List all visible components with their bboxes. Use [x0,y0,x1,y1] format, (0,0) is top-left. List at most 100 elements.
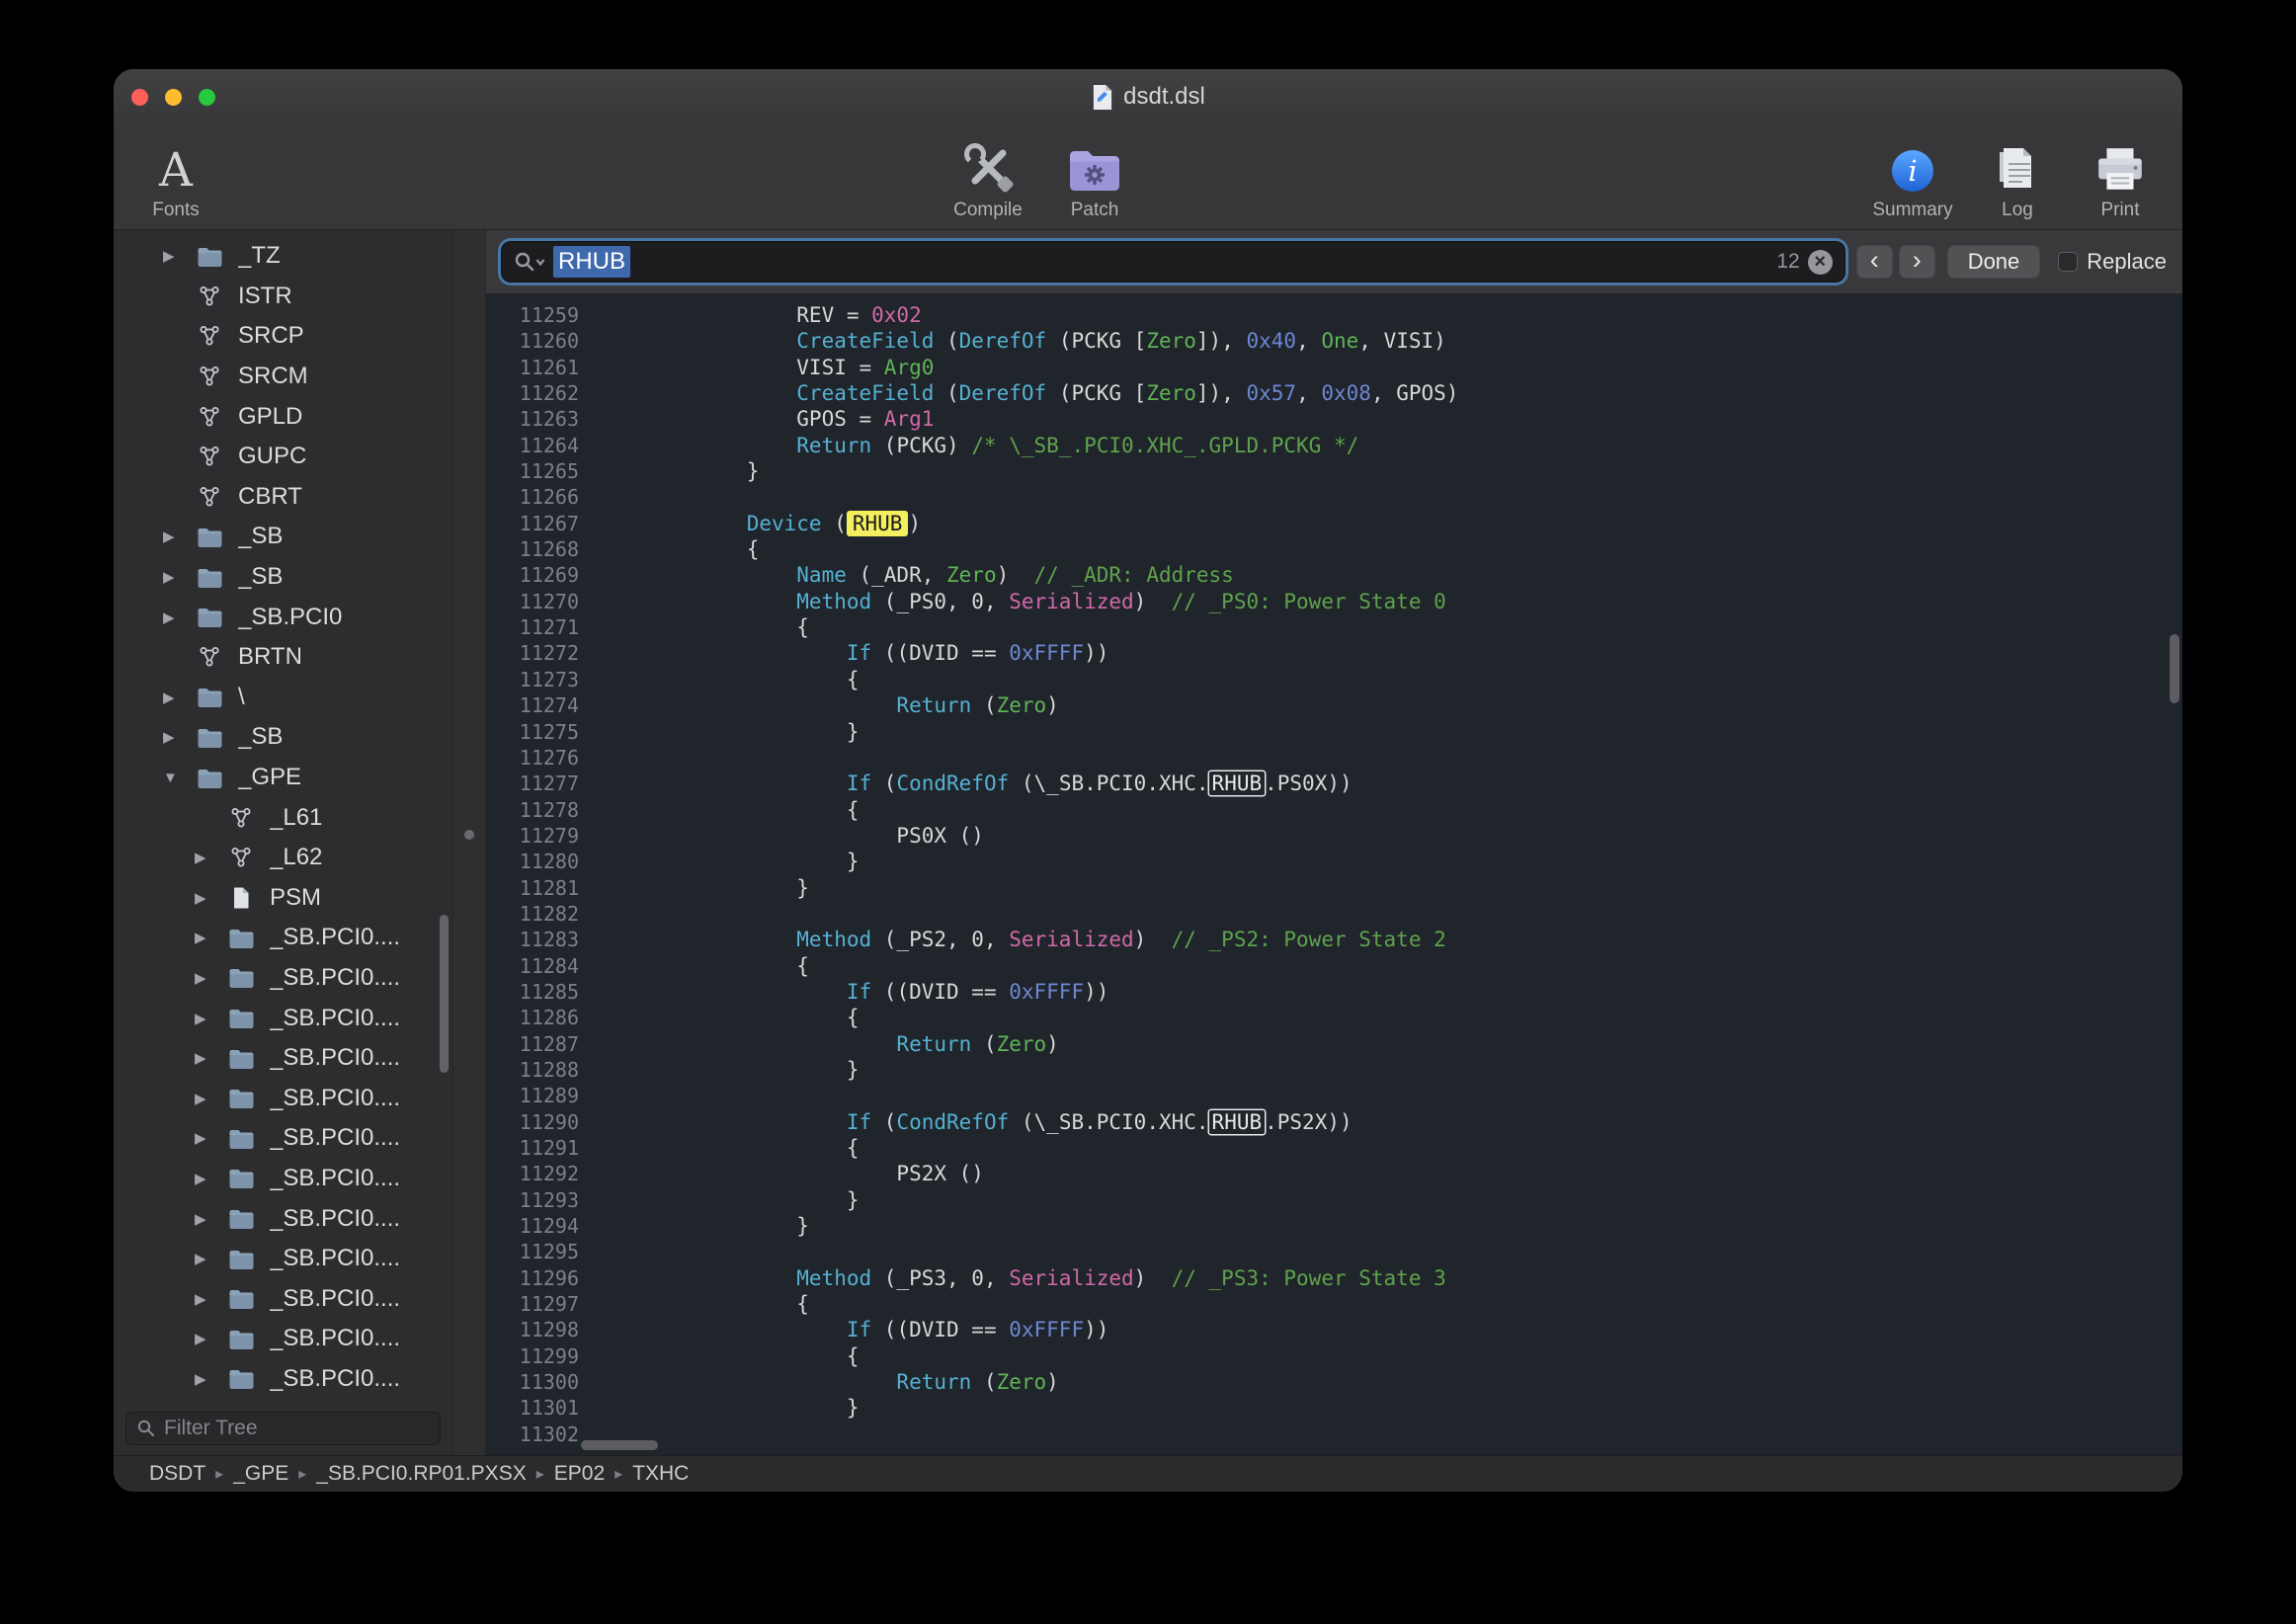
next-match-button[interactable]: › [1899,245,1935,279]
disclosure-collapsed-icon[interactable]: ▶ [191,969,224,987]
sidebar-item-tz[interactable]: ▶_TZ [114,236,452,277]
code-token: One [1321,329,1358,353]
code-token: , [1296,381,1321,405]
patch-button[interactable]: Patch [1040,132,1149,221]
code-token: 0x57 [1246,381,1296,405]
sidebar-item-srcp[interactable]: SRCP [114,316,452,357]
disclosure-collapsed-icon[interactable]: ▶ [191,849,224,866]
disclosure-collapsed-icon[interactable]: ▶ [191,1049,224,1067]
code-token: CreateField [796,381,946,405]
info-circle-icon: i [1890,132,1935,200]
fonts-label: Fonts [152,200,200,221]
breadcrumb-item[interactable]: EP02 [554,1462,605,1486]
fonts-button[interactable]: A Fonts [122,132,230,221]
sidebar-item-sb[interactable]: ▶_SB [114,517,452,557]
disclosure-collapsed-icon[interactable]: ▶ [159,247,193,265]
print-button[interactable]: Print [2066,132,2174,221]
code-token: )) [1084,980,1108,1004]
sidebar-item-sb-pci0[interactable]: ▶_SB.PCI0.... [114,1198,452,1239]
sidebar-item-sb-pci0[interactable]: ▶_SB.PCI0.... [114,1078,452,1118]
compile-button[interactable]: Compile [934,132,1042,221]
line-number: 11294 [486,1213,597,1239]
disclosure-collapsed-icon[interactable]: ▶ [191,1170,224,1187]
sidebar-item-sb-pci0[interactable]: ▶_SB.PCI0.... [114,1159,452,1199]
disclosure-collapsed-icon[interactable]: ▶ [191,929,224,946]
log-button[interactable]: Log [1963,132,2072,221]
disclosure-collapsed-icon[interactable]: ▶ [159,728,193,746]
code-line: 11294} [486,1213,2182,1239]
disclosure-expanded-icon[interactable]: ▼ [159,770,193,786]
disclosure-collapsed-icon[interactable]: ▶ [191,1090,224,1107]
summary-button[interactable]: i Summary [1858,132,1967,221]
sidebar-item-sb-pci0[interactable]: ▶_SB.PCI0.... [114,998,452,1038]
disclosure-collapsed-icon[interactable]: ▶ [191,889,224,907]
search-input[interactable]: RHUB 12 × [502,242,1845,282]
zoom-button[interactable] [199,89,215,106]
breadcrumb-item[interactable]: _GPE [233,1462,288,1486]
sidebar-item-gupc[interactable]: GUPC [114,437,452,477]
disclosure-collapsed-icon[interactable]: ▶ [159,568,193,586]
sidebar-item-sb-pci0[interactable]: ▶_SB.PCI0 [114,597,452,637]
disclosure-collapsed-icon[interactable]: ▶ [191,1210,224,1228]
filter-tree-input[interactable]: Filter Tree [125,1412,441,1445]
document-proxy-icon[interactable] [1091,84,1113,111]
titlebar[interactable]: dsdt.dsl [114,69,2182,124]
sidebar-item-sb-pci0[interactable]: ▶_SB.PCI0.... [114,918,452,958]
disclosure-collapsed-icon[interactable]: ▶ [159,609,193,626]
disclosure-collapsed-icon[interactable]: ▶ [191,1370,224,1388]
filter-tree-placeholder: Filter Tree [164,1417,258,1440]
disclosure-collapsed-icon[interactable]: ▶ [191,1330,224,1347]
sidebar-item-l62[interactable]: ▶_L62 [114,838,452,878]
breadcrumb-item[interactable]: _SB.PCI0.RP01.PXSX [316,1462,526,1486]
code-token: , VISI) [1358,329,1446,353]
close-button[interactable] [131,89,148,106]
code-editor[interactable]: 11259REV = 0x0211260CreateField (DerefOf… [486,294,2182,1455]
minimize-button[interactable] [165,89,182,106]
line-number: 11265 [486,458,597,484]
editor-horizontal-scrollbar-thumb[interactable] [581,1440,658,1450]
sidebar-item-istr[interactable]: ISTR [114,277,452,317]
line-number: 11288 [486,1057,597,1083]
line-number: 11285 [486,979,597,1005]
sidebar-item-sb[interactable]: ▶_SB [114,557,452,598]
editor-vertical-scrollbar-thumb[interactable] [2170,634,2179,703]
disclosure-collapsed-icon[interactable]: ▶ [159,528,193,545]
pane-splitter[interactable] [452,230,486,1455]
sidebar-item-sb-pci0[interactable]: ▶_SB.PCI0.... [114,1359,452,1400]
disclosure-collapsed-icon[interactable]: ▶ [191,1250,224,1267]
replace-checkbox[interactable] [2058,252,2078,272]
method-icon [193,324,226,348]
filter-row: Filter Tree [114,1408,452,1455]
sidebar-item-sb[interactable]: ▶_SB [114,717,452,758]
sidebar-item-srcm[interactable]: SRCM [114,357,452,397]
code-line: 11295 [486,1239,2182,1264]
disclosure-collapsed-icon[interactable]: ▶ [191,1010,224,1027]
code-token: DerefOf [959,381,1059,405]
breadcrumb-item[interactable]: TXHC [632,1462,689,1486]
line-number: 11286 [486,1005,597,1030]
sidebar-item-sb-pci0[interactable]: ▶_SB.PCI0.... [114,1038,452,1079]
previous-match-button[interactable]: ‹ [1856,245,1893,279]
sidebar-item-gpe[interactable]: ▼_GPE [114,758,452,798]
sidebar-item-brtn[interactable]: BRTN [114,637,452,678]
folder-icon [193,246,226,267]
sidebar-item-sb-pci0[interactable]: ▶_SB.PCI0.... [114,1239,452,1279]
clear-search-button[interactable]: × [1808,250,1833,275]
sidebar-item-psm[interactable]: ▶PSM [114,878,452,919]
disclosure-collapsed-icon[interactable]: ▶ [191,1129,224,1147]
sidebar-item-sb-pci0[interactable]: ▶_SB.PCI0.... [114,1319,452,1359]
sidebar-item-sb-pci0[interactable]: ▶_SB.PCI0.... [114,1118,452,1159]
disclosure-collapsed-icon[interactable]: ▶ [159,689,193,706]
sidebar-scrollbar-thumb[interactable] [440,915,449,1073]
done-button[interactable]: Done [1947,245,2041,279]
sidebar-item-backslash[interactable]: ▶\ [114,678,452,718]
sidebar-item-sb-pci0[interactable]: ▶_SB.PCI0.... [114,1399,452,1408]
disclosure-collapsed-icon[interactable]: ▶ [191,1290,224,1308]
sidebar-item-sb-pci0[interactable]: ▶_SB.PCI0.... [114,1278,452,1319]
sidebar-item-sb-pci0[interactable]: ▶_SB.PCI0.... [114,958,452,999]
sidebar-item-gpld[interactable]: GPLD [114,396,452,437]
code-line: 11286{ [486,1005,2182,1030]
sidebar-item-cbrt[interactable]: CBRT [114,477,452,518]
sidebar-item-l61[interactable]: _L61 [114,797,452,838]
breadcrumb-item[interactable]: DSDT [149,1462,205,1486]
